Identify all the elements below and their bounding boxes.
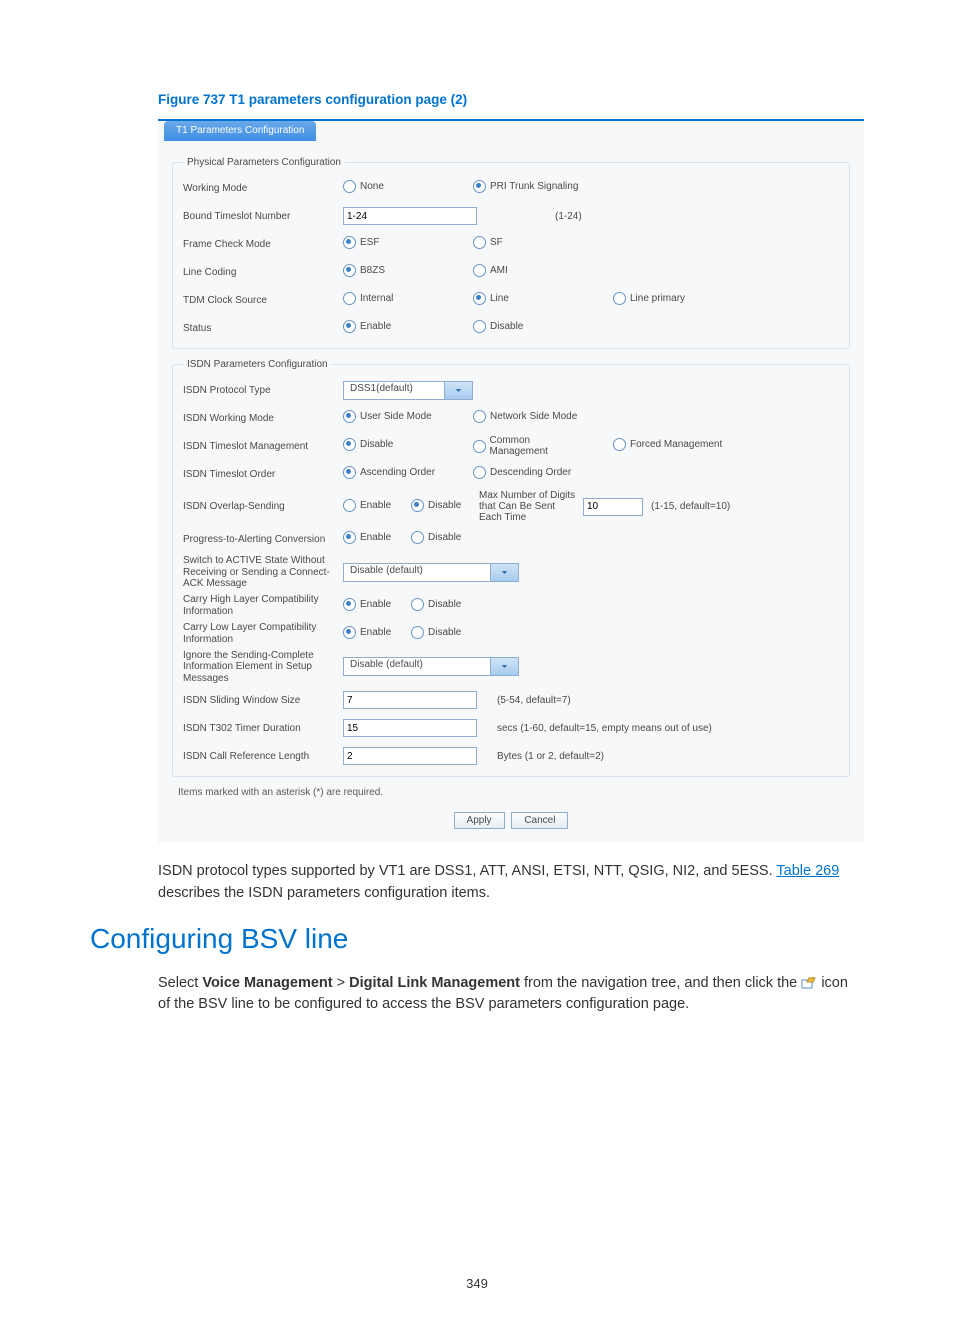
radio-chlc-enable[interactable]: Enable	[343, 598, 391, 611]
label: ISDN T302 Timer Duration	[183, 723, 343, 734]
label: ISDN Timeslot Management	[183, 441, 343, 452]
radio-line-primary[interactable]: Line primary	[613, 292, 685, 305]
radio-p2a-enable[interactable]: Enable	[343, 531, 391, 544]
label: Ignore the Sending-Complete Information …	[183, 650, 343, 685]
t302-input[interactable]	[343, 719, 477, 737]
radio-cllc-enable[interactable]: Enable	[343, 626, 391, 639]
hint: Bytes (1 or 2, default=2)	[497, 751, 604, 762]
page-number: 349	[90, 1276, 864, 1291]
label: Frame Check Mode	[183, 239, 343, 250]
label: Carry Low Layer Compatibility Informatio…	[183, 622, 343, 645]
radio-internal[interactable]: Internal	[343, 292, 393, 305]
radio-network-side[interactable]: Network Side Mode	[473, 410, 577, 423]
radio-status-disable[interactable]: Disable	[473, 320, 523, 333]
radio-chlc-disable[interactable]: Disable	[411, 598, 461, 611]
apply-button[interactable]: Apply	[454, 812, 505, 829]
radio-none[interactable]: None	[343, 180, 384, 193]
radio-desc[interactable]: Descending Order	[473, 466, 571, 479]
max-digits-label: Max Number of Digits that Can Be Sent Ea…	[479, 490, 579, 523]
radio-p2a-disable[interactable]: Disable	[411, 531, 461, 544]
radio-overlap-disable[interactable]: Disable	[411, 499, 461, 512]
label: Status	[183, 323, 343, 334]
radio-user-side[interactable]: User Side Mode	[343, 410, 432, 423]
chevron-down-icon	[444, 382, 472, 399]
chevron-down-icon	[490, 564, 518, 581]
table-link[interactable]: Table 269	[776, 863, 839, 879]
label: TDM Clock Source	[183, 295, 343, 306]
radio-cllc-disable[interactable]: Disable	[411, 626, 461, 639]
edit-icon	[801, 976, 817, 990]
radio-b8zs[interactable]: B8ZS	[343, 264, 385, 277]
radio-esf[interactable]: ESF	[343, 236, 379, 249]
radio-tsm-disable[interactable]: Disable	[343, 438, 393, 451]
radio-tsm-forced[interactable]: Forced Management	[613, 438, 722, 451]
required-note: Items marked with an asterisk (*) are re…	[178, 787, 850, 798]
figure-title: Figure 737 T1 parameters configuration p…	[158, 92, 864, 107]
label: Progress-to-Alerting Conversion	[183, 534, 343, 545]
switch-active-select[interactable]: Disable (default)	[343, 563, 519, 582]
panel-tab: T1 Parameters Configuration	[164, 121, 316, 141]
radio-status-enable[interactable]: Enable	[343, 320, 391, 333]
hint: secs (1-60, default=15, empty means out …	[497, 723, 712, 734]
hint: (5-54, default=7)	[497, 695, 571, 706]
hint: (1-24)	[555, 211, 582, 222]
radio-ami[interactable]: AMI	[473, 264, 508, 277]
label: Bound Timeslot Number	[183, 211, 343, 222]
hint: (1-15, default=10)	[651, 501, 730, 512]
crl-input[interactable]	[343, 747, 477, 765]
bound-timeslot-input[interactable]	[343, 207, 477, 225]
narrative-1: ISDN protocol types supported by VT1 are…	[158, 861, 864, 905]
screenshot-panel: T1 Parameters Configuration Physical Par…	[158, 119, 864, 843]
label: Line Coding	[183, 267, 343, 278]
section-heading: Configuring BSV line	[90, 923, 864, 955]
label: Working Mode	[183, 183, 343, 194]
max-digits-input[interactable]	[583, 498, 643, 516]
radio-asc[interactable]: Ascending Order	[343, 466, 435, 479]
physical-params-group: Physical Parameters Configuration Workin…	[172, 157, 850, 349]
label: ISDN Call Reference Length	[183, 751, 343, 762]
radio-tsm-common[interactable]: Common Management	[473, 435, 587, 457]
label: ISDN Working Mode	[183, 413, 343, 424]
group-legend: ISDN Parameters Configuration	[183, 359, 332, 370]
isdn-protocol-select[interactable]: DSS1(default)	[343, 381, 473, 400]
label: ISDN Sliding Window Size	[183, 695, 343, 706]
label: Carry High Layer Compatibility Informati…	[183, 594, 343, 617]
radio-pri-trunk[interactable]: PRI Trunk Signaling	[473, 180, 578, 193]
sws-input[interactable]	[343, 691, 477, 709]
radio-overlap-enable[interactable]: Enable	[343, 499, 391, 512]
cancel-button[interactable]: Cancel	[511, 812, 568, 829]
ignore-sc-select[interactable]: Disable (default)	[343, 657, 519, 676]
group-legend: Physical Parameters Configuration	[183, 157, 345, 168]
radio-line[interactable]: Line	[473, 292, 509, 305]
label: ISDN Overlap-Sending	[183, 501, 343, 512]
isdn-params-group: ISDN Parameters Configuration ISDN Proto…	[172, 359, 850, 777]
narrative-2: Select Voice Management > Digital Link M…	[158, 973, 864, 1017]
chevron-down-icon	[490, 658, 518, 675]
label: ISDN Timeslot Order	[183, 469, 343, 480]
label: ISDN Protocol Type	[183, 385, 343, 396]
radio-sf[interactable]: SF	[473, 236, 503, 249]
label: Switch to ACTIVE State Without Receiving…	[183, 555, 343, 590]
